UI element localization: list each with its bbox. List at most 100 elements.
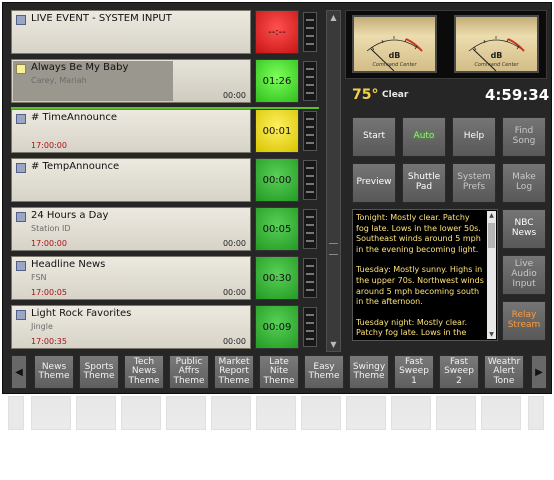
forecast-panel[interactable]: Tonight: Mostly clear. Patchy fog late. … — [352, 209, 498, 341]
entry-title: # TimeAnnounce — [31, 112, 117, 123]
queue-entry-1[interactable]: LIVE EVENT - SYSTEM INPUT --:-- — [11, 10, 319, 56]
forecast-scrollbar[interactable]: ▲ ▼ — [487, 211, 496, 339]
timer-button[interactable]: 00:30 — [255, 256, 299, 300]
volume-fader[interactable] — [303, 160, 317, 200]
entry-duration: 00:00 — [222, 239, 246, 248]
queue-entry-6[interactable]: Headline News FSN 17:00:05 00:00 00:30 — [11, 256, 319, 302]
entry-duration: 00:00 — [222, 288, 246, 297]
volume-fader[interactable] — [303, 307, 317, 347]
preview-button[interactable]: Preview — [352, 163, 396, 203]
entry-body[interactable]: LIVE EVENT - SYSTEM INPUT — [11, 10, 251, 54]
entry-body[interactable]: 24 Hours a Day Station ID 17:00:00 00:00 — [11, 207, 251, 251]
scroll-thumb[interactable] — [488, 223, 495, 248]
entry-artist: Station ID — [31, 224, 71, 233]
vu-meter-panel: dB Command Center dB Command Center — [345, 10, 547, 79]
volume-fader[interactable] — [303, 209, 317, 249]
scroll-grip-icon[interactable] — [329, 243, 338, 255]
entry-start-time: 17:00:35 — [31, 337, 67, 346]
scroll-up-icon[interactable]: ▲ — [487, 211, 496, 220]
select-checkbox[interactable] — [16, 163, 26, 173]
macro-swingy-theme[interactable]: Swingy Theme — [349, 355, 389, 389]
macro-easy-theme[interactable]: Easy Theme — [304, 355, 344, 389]
select-checkbox[interactable] — [16, 114, 26, 124]
entry-body[interactable]: # TimeAnnounce 17:00:00 — [11, 109, 251, 153]
macro-weathr-alert-tone[interactable]: Weathr Alert Tone — [484, 355, 524, 389]
timer-button[interactable]: 00:05 — [255, 207, 299, 251]
entry-start-time: 17:00:00 — [31, 239, 67, 248]
find-song-button[interactable]: Find Song — [502, 117, 546, 157]
help-button[interactable]: Help — [452, 117, 496, 157]
vu-meter-left: dB Command Center — [352, 15, 437, 73]
forecast-paragraph: Tonight: Mostly clear. Patchy fog late. … — [356, 213, 481, 254]
queue-entry-4[interactable]: # TempAnnounce 00:00 — [11, 158, 319, 204]
entry-artist: Jingle — [31, 322, 53, 331]
temperature-readout: 75° — [352, 87, 379, 103]
queue-entry-2[interactable]: Always Be My Baby Carey, Mariah 00:00 01… — [11, 59, 319, 105]
select-checkbox[interactable] — [16, 310, 26, 320]
make-log-button[interactable]: Make Log — [502, 163, 546, 203]
macro-prev-icon[interactable]: ◀ — [11, 355, 27, 389]
entry-title: # TempAnnounce — [31, 161, 120, 172]
scroll-up-icon[interactable]: ▲ — [327, 11, 340, 24]
volume-fader[interactable] — [303, 12, 317, 52]
reflection-block — [121, 396, 161, 430]
timer-button[interactable]: 00:09 — [255, 305, 299, 349]
select-checkbox[interactable] — [16, 261, 26, 271]
entry-duration: 00:00 — [222, 337, 246, 346]
entry-body[interactable]: Headline News FSN 17:00:05 00:00 — [11, 256, 251, 300]
reflection-block — [76, 396, 116, 430]
timer-button[interactable]: 00:00 — [255, 158, 299, 202]
shuttle-pad-button[interactable]: Shuttle Pad — [402, 163, 446, 203]
entry-artist: Carey, Mariah — [31, 76, 87, 85]
automation-window: LIVE EVENT - SYSTEM INPUT --:-- Always B… — [2, 2, 552, 394]
meter-brand: Command Center — [372, 62, 417, 68]
reflection-block — [8, 396, 24, 430]
timer-button[interactable]: 01:26 — [255, 59, 299, 103]
entry-body[interactable]: Always Be My Baby Carey, Mariah 00:00 — [11, 59, 251, 103]
macro-bar: ◀ News Theme Sports Theme Tech News Them… — [11, 355, 549, 389]
scroll-down-icon[interactable]: ▼ — [327, 338, 340, 351]
auto-button[interactable]: Auto — [402, 117, 446, 157]
reflection-block — [481, 396, 521, 430]
timer-button[interactable]: --:-- — [255, 10, 299, 54]
queue-entry-7[interactable]: Light Rock Favorites Jingle 17:00:35 00:… — [11, 305, 319, 351]
queue-entry-3[interactable]: # TimeAnnounce 17:00:00 00:01 — [11, 109, 319, 155]
volume-fader[interactable] — [303, 61, 317, 101]
scroll-down-icon[interactable]: ▼ — [487, 330, 496, 339]
select-checkbox[interactable] — [16, 15, 26, 25]
entry-body[interactable]: # TempAnnounce — [11, 158, 251, 202]
entry-start-time: 17:00:00 — [31, 141, 67, 150]
timer-button[interactable]: 00:01 — [255, 109, 299, 153]
forecast-text: Tonight: Mostly clear. Patchy fog late. … — [356, 213, 484, 339]
macro-sports-theme[interactable]: Sports Theme — [79, 355, 119, 389]
start-button[interactable]: Start — [352, 117, 396, 157]
vu-meter-right: dB Command Center — [454, 15, 539, 73]
volume-fader[interactable] — [303, 258, 317, 298]
queue-entry-5[interactable]: 24 Hours a Day Station ID 17:00:00 00:00… — [11, 207, 319, 253]
live-audio-input-button[interactable]: Live Audio Input — [502, 255, 546, 295]
macro-public-affrs-theme[interactable]: Public Affrs Theme — [169, 355, 209, 389]
macro-fast-sweep-2[interactable]: Fast Sweep 2 — [439, 355, 479, 389]
volume-fader[interactable] — [303, 111, 317, 151]
system-prefs-button[interactable]: System Prefs — [452, 163, 496, 203]
forecast-paragraph: Tuesday night: Mostly clear. Patchy fog … — [356, 317, 483, 339]
entry-title: Always Be My Baby — [31, 62, 129, 73]
select-checkbox[interactable] — [16, 64, 26, 74]
macro-next-icon[interactable]: ▶ — [531, 355, 547, 389]
queue-scrollbar[interactable]: ▲ ▼ — [326, 10, 341, 352]
macro-late-nite-theme[interactable]: Late Nite Theme — [259, 355, 299, 389]
entry-body[interactable]: Light Rock Favorites Jingle 17:00:35 00:… — [11, 305, 251, 349]
macro-fast-sweep-1[interactable]: Fast Sweep 1 — [394, 355, 434, 389]
macro-news-theme[interactable]: News Theme — [34, 355, 74, 389]
forecast-paragraph: Tuesday: Mostly sunny. Highs in the uppe… — [356, 265, 484, 307]
now-playing-separator — [11, 107, 319, 109]
macro-market-report-theme[interactable]: Market Report Theme — [214, 355, 254, 389]
macro-tech-news-theme[interactable]: Tech News Theme — [124, 355, 164, 389]
nbc-news-button[interactable]: NBC News — [502, 209, 546, 249]
entry-title: 24 Hours a Day — [31, 210, 109, 221]
entry-duration: 00:00 — [222, 91, 246, 100]
relay-stream-button[interactable]: Relay Stream — [502, 301, 546, 341]
select-checkbox[interactable] — [16, 212, 26, 222]
reflection-block — [346, 396, 386, 430]
entry-title: LIVE EVENT - SYSTEM INPUT — [31, 13, 172, 24]
